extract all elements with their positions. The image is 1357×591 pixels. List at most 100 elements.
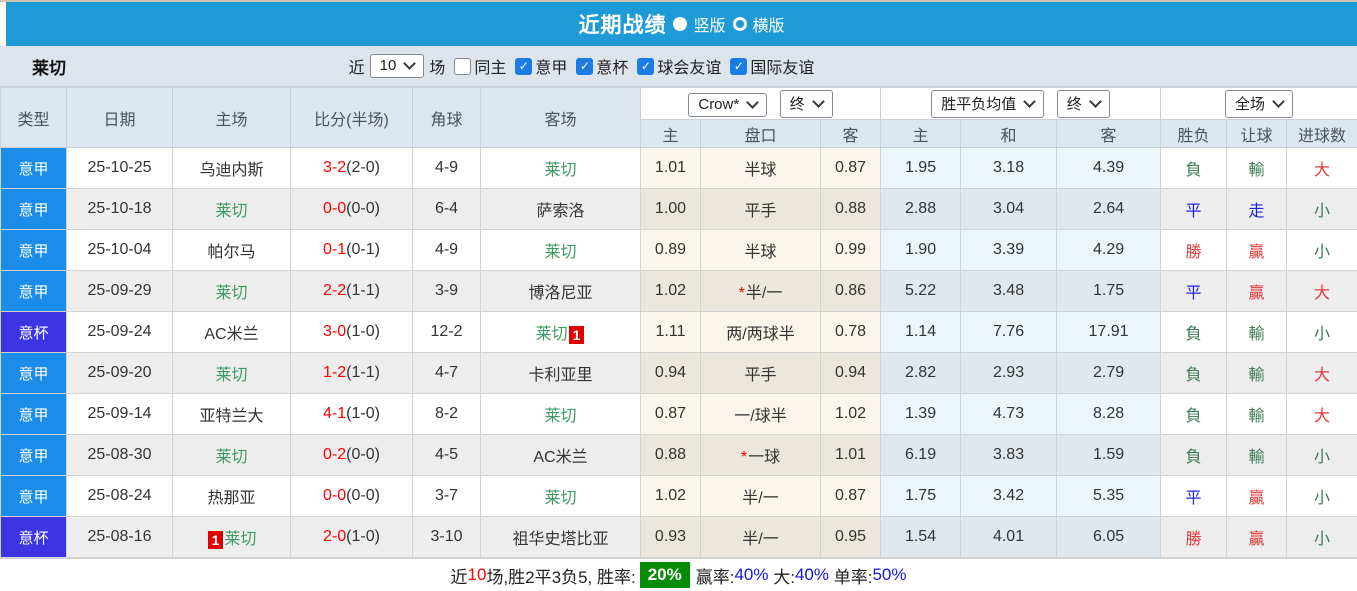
odds-view-select[interactable]: 胜平负均值 xyxy=(931,89,1045,118)
summary-footer: 近 10 场,胜2平3负5, 胜率: 20% 赢率: 40% 大: 40% 单率: 50% xyxy=(0,558,1357,591)
col-header-eu-away: 客 xyxy=(1056,119,1162,148)
corner-cell: 6-4 xyxy=(412,188,481,230)
score-cell: 0-0(0-0) xyxy=(290,475,413,517)
handicap-select-group: Crow* 终 xyxy=(639,87,882,120)
league-checkbox[interactable] xyxy=(637,57,655,75)
result-cell: 負 xyxy=(1160,393,1228,435)
corner-cell: 4-9 xyxy=(412,147,481,189)
half-time-score: (1-0) xyxy=(346,323,380,340)
away-team-cell: 祖华史塔比亚 xyxy=(480,516,641,558)
league-filter-group: 意甲 意杯 球会友谊 国际友谊 xyxy=(506,54,814,78)
home-team-cell: 热那亚 xyxy=(172,475,291,517)
ah-home-odds: 0.88 xyxy=(640,434,701,476)
col-header-ah-home: 主 xyxy=(640,119,701,148)
ah-home-odds: 1.11 xyxy=(640,311,701,353)
league-checkbox[interactable] xyxy=(576,57,594,75)
result-cell: 平 xyxy=(1160,188,1228,230)
bookmaker-select[interactable]: Crow* xyxy=(688,92,768,117)
col-header-eu-draw: 和 xyxy=(960,119,1058,148)
euro-away-odds: 2.64 xyxy=(1056,188,1162,230)
half-time-score: (2-0) xyxy=(346,159,380,176)
ah-away-odds: 1.02 xyxy=(819,393,882,435)
match-row: 意甲 25-08-30 莱切 0-2(0-0) 4-5 AC米兰 0.88 *一球 1.01 6.… xyxy=(0,434,1357,476)
goals-result-cell: 小 xyxy=(1286,311,1357,353)
league-checkbox[interactable] xyxy=(730,57,748,75)
half-time-score: (0-0) xyxy=(346,200,380,217)
half-time-score: (0-0) xyxy=(346,487,380,504)
odds-period-value: 终 xyxy=(1066,95,1082,113)
match-type-badge: 意杯 xyxy=(0,516,67,558)
handicap-result-cell: 贏 xyxy=(1226,475,1288,517)
same-home-checkbox[interactable] xyxy=(454,57,472,75)
score-cell: 1-2(1-1) xyxy=(290,352,413,394)
home-team-cell: 莱切 xyxy=(172,188,291,230)
euro-away-odds: 2.79 xyxy=(1056,352,1162,394)
layout-radio-vertical[interactable]: 竖版 xyxy=(673,12,726,36)
handicap-result-cell: 輸 xyxy=(1226,434,1288,476)
same-home-label: 同主 xyxy=(474,60,507,77)
euro-home-odds: 2.88 xyxy=(880,188,962,230)
away-team-name: 祖华史塔比亚 xyxy=(512,531,609,548)
col-header-date: 日期 xyxy=(66,87,173,148)
odds-period-select[interactable]: 终 xyxy=(1056,89,1110,118)
corner-cell: 4-7 xyxy=(412,352,481,394)
rounds-select[interactable]: 10 xyxy=(369,54,425,78)
result-cell: 平 xyxy=(1160,270,1228,312)
match-date: 25-08-30 xyxy=(66,434,173,476)
radio-unchecked-icon[interactable] xyxy=(732,17,747,31)
home-team-cell: 1 莱切 xyxy=(172,516,291,558)
half-time-score: (0-1) xyxy=(346,241,380,258)
goals-result-cell: 小 xyxy=(1286,229,1357,271)
layout-radio-horizontal[interactable]: 横版 xyxy=(732,12,785,36)
ah-away-odds: 0.95 xyxy=(819,516,882,558)
col-header-handicap: 让球 xyxy=(1226,119,1288,148)
match-type-badge: 意甲 xyxy=(0,147,67,189)
home-team-cell: 莱切 xyxy=(172,270,291,312)
away-team-cell: 莱切 xyxy=(480,147,641,189)
match-type-badge: 意甲 xyxy=(0,352,67,394)
ah-home-odds: 1.00 xyxy=(640,188,701,230)
away-team-cell: 博洛尼亚 xyxy=(480,270,641,312)
away-team-cell: 卡利亚里 xyxy=(480,352,641,394)
score-cell: 0-2(0-0) xyxy=(290,434,413,476)
score-cell: 3-2(2-0) xyxy=(290,147,413,189)
score-cell: 2-0(1-0) xyxy=(290,516,413,558)
league-checkbox-label: 意杯 xyxy=(596,60,629,77)
home-team-name: 莱切 xyxy=(215,367,248,384)
filter-controls: 近 10 场 同主 意甲 意杯 球会友谊 国际友谊 xyxy=(349,54,1075,78)
home-team-cell: 帕尔马 xyxy=(172,229,291,271)
half-time-score: (0-0) xyxy=(346,446,380,463)
radio-checked-icon[interactable] xyxy=(673,17,688,31)
match-row: 意甲 25-10-25 乌迪内斯 3-2(2-0) 4-9 莱切 1.01 半球 0.87 1.9… xyxy=(0,147,1357,189)
scope-select-value: 全场 xyxy=(1235,95,1266,113)
match-date: 25-09-24 xyxy=(66,311,173,353)
match-row: 意杯 25-09-24 AC米兰 3-0(1-0) 12-2 莱切 1 1.11 两/两球半 0.… xyxy=(0,311,1357,353)
league-checkbox[interactable] xyxy=(515,57,533,75)
bookmaker-period-value: 终 xyxy=(789,95,805,113)
goals-result-cell: 大 xyxy=(1286,147,1357,189)
euro-away-odds: 5.35 xyxy=(1056,475,1162,517)
footer-near-label: 近 xyxy=(450,567,468,587)
euro-away-odds: 4.29 xyxy=(1056,229,1162,271)
result-cell: 負 xyxy=(1160,352,1228,394)
away-team-name: 卡利亚里 xyxy=(528,367,593,384)
half-time-score: (1-0) xyxy=(346,405,380,422)
handicap-result-cell: 贏 xyxy=(1226,516,1288,558)
away-team-cell: AC米兰 xyxy=(480,434,641,476)
radio-vertical-label: 竖版 xyxy=(693,18,726,35)
euro-away-odds: 17.91 xyxy=(1056,311,1162,353)
handicap-result-cell: 贏 xyxy=(1226,270,1288,312)
ah-home-odds: 1.02 xyxy=(640,475,701,517)
bookmaker-period-select[interactable]: 终 xyxy=(779,89,833,118)
goals-result-cell: 大 xyxy=(1286,270,1357,312)
ah-away-odds: 0.94 xyxy=(819,352,882,394)
away-team-name: 莱切 xyxy=(544,162,577,179)
col-header-result: 胜负 xyxy=(1160,119,1228,148)
col-header-corner: 角球 xyxy=(412,87,481,148)
col-header-ah-away: 客 xyxy=(819,119,882,148)
scope-select[interactable]: 全场 xyxy=(1225,89,1294,118)
match-row: 意甲 25-09-14 亚特兰大 4-1(1-0) 8-2 莱切 0.87 一/球半 1.02 1… xyxy=(0,393,1357,435)
rounds-select-value: 10 xyxy=(379,57,397,74)
odds-select-group: 胜平负均值 终 xyxy=(880,87,1162,120)
match-row: 意杯 25-08-16 1 莱切 2-0(1-0) 3-10 祖华史塔比亚 0.93 半/一 0.… xyxy=(0,516,1357,558)
